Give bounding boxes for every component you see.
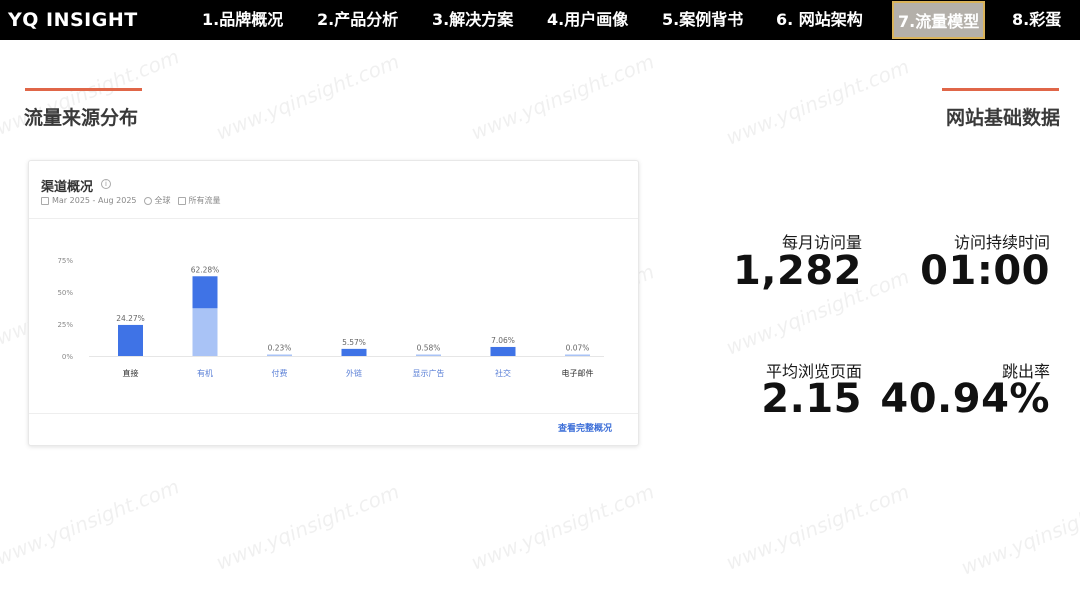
category-label: 有机 [197, 368, 213, 378]
data-label: 0.23% [268, 344, 292, 353]
card-header-divider [29, 218, 638, 219]
nav-tab-traffic-model[interactable]: 7.流量模型 [892, 1, 986, 39]
bar-6 [565, 354, 590, 356]
calendar-icon [41, 196, 49, 205]
brand-logo[interactable]: YQ INSIGHT [8, 0, 138, 40]
category-label: 社交 [495, 368, 511, 378]
category-label: 显示广告 [413, 368, 445, 378]
traffic-source-title: 流量来源分布 [24, 107, 139, 129]
watermark: www.yqinsight.com [212, 49, 403, 145]
view-full-overview-link[interactable]: 查看完整概况 [558, 421, 612, 434]
category-label: 付费 [272, 368, 288, 378]
bar-3 [341, 348, 367, 356]
region-filter[interactable]: 全球 [155, 195, 171, 206]
watermark: www.yqinsight.com [0, 474, 183, 570]
right-section-accent-line [942, 88, 1059, 91]
data-label: 0.07% [566, 344, 590, 353]
nav-tab-product-analysis[interactable]: 2.产品分析 [317, 0, 398, 40]
left-section-accent-line [25, 88, 142, 91]
bounce-rate-value: 40.94% [880, 376, 1050, 422]
watermark: www.yqinsight.com [722, 54, 913, 150]
data-label: 0.58% [417, 344, 441, 353]
nav-tab-case-studies[interactable]: 5.案例背书 [662, 0, 743, 40]
nav-tab-easter-egg[interactable]: 8.彩蛋 [1012, 0, 1061, 40]
nav-tab-brand-overview[interactable]: 1.品牌概况 [202, 0, 283, 40]
watermark: www.yqinsight.com [957, 484, 1080, 580]
nav-tab-user-persona[interactable]: 4.用户画像 [547, 0, 628, 40]
category-label: 直接 [123, 368, 139, 378]
globe-icon [143, 196, 152, 205]
bar-5 [490, 346, 516, 356]
top-nav-bar: YQ INSIGHT 1.品牌概况 2.产品分析 3.解决方案 4.用户画像 5… [0, 0, 1080, 40]
nav-tab-site-architecture[interactable]: 6. 网站架构 [776, 0, 863, 40]
category-label: 外链 [346, 368, 362, 378]
y-tick-label: 25% [57, 321, 73, 329]
card-title: 渠道概况 [41, 180, 94, 195]
bar-2 [267, 354, 292, 356]
data-label: 24.27% [116, 314, 145, 323]
visit-duration-value: 01:00 [920, 248, 1050, 294]
category-label: 电子邮件 [562, 368, 594, 378]
bar-organic-branded [192, 276, 218, 309]
watermark: www.yqinsight.com [467, 479, 658, 575]
pages-per-visit-value: 2.15 [761, 376, 862, 422]
traffic-filter[interactable]: 所有流量 [189, 195, 221, 206]
data-label: 7.06% [491, 336, 515, 345]
watermark: www.yqinsight.com [722, 479, 913, 575]
site-basic-data-title: 网站基础数据 [945, 107, 1060, 129]
y-tick-label: 75% [57, 257, 73, 265]
info-icon[interactable]: i [101, 179, 111, 189]
monthly-visits-value: 1,282 [732, 248, 862, 294]
bar-0 [118, 324, 143, 356]
watermark: www.yqinsight.com [212, 479, 403, 575]
data-label: 62.28% [191, 265, 220, 274]
card-filter-row: Mar 2025 - Aug 2025 全球 所有流量 [41, 195, 221, 206]
nav-tab-solutions[interactable]: 3.解决方案 [432, 0, 513, 40]
bar-organic-non-branded [192, 308, 218, 356]
watermark: www.yqinsight.com [467, 49, 658, 145]
date-range[interactable]: Mar 2025 - Aug 2025 [52, 196, 137, 205]
y-tick-label: 0% [62, 353, 73, 361]
traffic-icon [177, 196, 186, 205]
bar-4 [416, 354, 441, 356]
channel-overview-card: 渠道概况 i Mar 2025 - Aug 2025 全球 所有流量 75% 50… [28, 160, 639, 446]
channel-bar-chart: 75% 50% 25% 0% 24.27% 直接 62.28% 有机 0.23% 付费 5.57% 外… [57, 257, 604, 378]
card-footer-divider [29, 413, 638, 414]
y-tick-label: 50% [57, 289, 73, 297]
data-label: 5.57% [342, 338, 366, 347]
